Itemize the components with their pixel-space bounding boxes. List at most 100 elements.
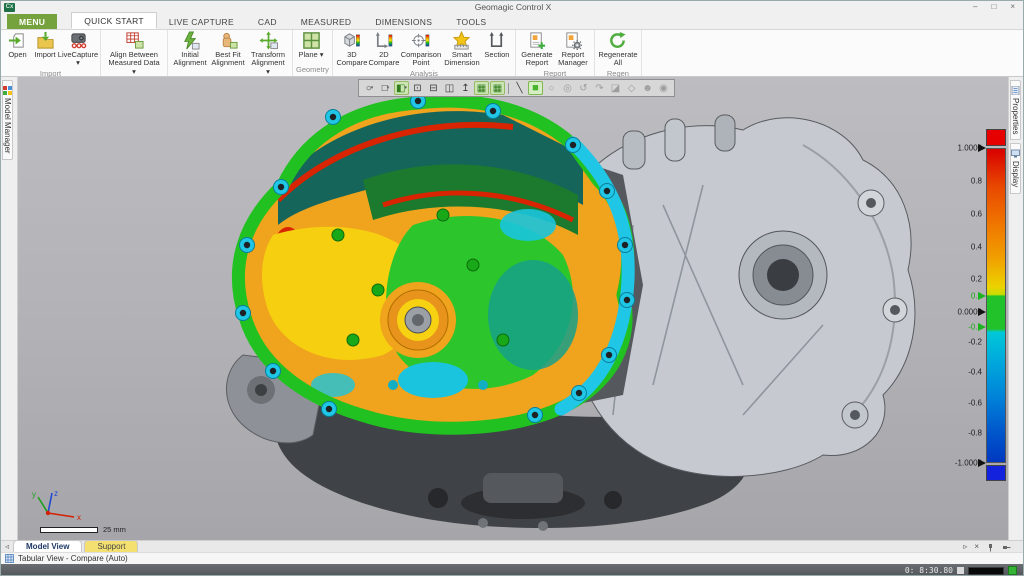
scale-bar-label: 25 mm	[103, 525, 126, 534]
colorbar-marker-upper-tolerance[interactable]	[978, 292, 986, 300]
left-panel-rail: Model Manager	[1, 77, 18, 540]
import-icon	[36, 31, 55, 50]
align-between-measured-data-button[interactable]: Align Between Measured Data ▾	[104, 30, 164, 76]
level-indicator-icon	[957, 567, 964, 574]
2d-compare-button[interactable]: 2D Compare	[368, 30, 400, 68]
generate-report-icon	[527, 31, 546, 50]
display-icon	[1011, 149, 1020, 158]
ribbon-tab-row: MENU QUICK STARTLIVE CAPTURECADMEASUREDDI…	[1, 13, 1024, 30]
initial-alignment-button[interactable]: Initial Alignment	[171, 30, 209, 68]
colorbar-max-cap	[986, 129, 1006, 146]
dual-pane-icon[interactable]: ◫	[442, 81, 457, 95]
ribbon-group-geometry: Plane ▾ Geometry	[293, 30, 333, 76]
colorbar-marker-max[interactable]	[978, 144, 986, 152]
3d-compare-button[interactable]: 3D Compare	[336, 30, 368, 68]
open-icon	[8, 31, 27, 50]
open-button[interactable]: Open	[4, 30, 31, 59]
expand-panel-icon[interactable]: ▹	[963, 542, 967, 552]
model-manager-icon	[3, 86, 12, 95]
close-panel-icon[interactable]: ×	[974, 542, 979, 552]
colorbar-marker-min[interactable]	[978, 459, 986, 467]
viewport-toolbar: ○□◧⊡⊟◫↥▦▦╲■○◎↺↷◪◇☻◉	[358, 79, 675, 97]
paint-select-icon[interactable]: ◪	[608, 81, 623, 95]
split-view-icon[interactable]: ⊡	[410, 81, 425, 95]
ribbon-group-analysis: 3D Compare 2D Compare Comparison Point S…	[333, 30, 516, 76]
probe-tool-icon[interactable]: ↥	[458, 81, 473, 95]
pin-icon[interactable]	[986, 543, 995, 552]
tab-cad[interactable]: CAD	[246, 14, 289, 29]
scroll-tabs-left-icon[interactable]: ◃	[5, 542, 9, 551]
report-manager-icon	[563, 31, 582, 50]
comparison-point-button[interactable]: Comparison Point	[400, 30, 442, 68]
flick-select-icon[interactable]: ↷	[592, 81, 607, 95]
ribbon: Open Import LiveCapture ▾ Import Align B…	[1, 30, 1024, 77]
geomagic-control-x-window: Cx Geomagic Control X – □ × MENUQUICK ST…	[0, 0, 1024, 576]
comparison-point-icon	[411, 31, 430, 50]
visibility-filter-icon[interactable]: ◉	[656, 81, 671, 95]
ribbon-group-edit-scan: Align Between Measured Data ▾ Edit Scan	[101, 30, 168, 76]
engine-casing-model[interactable]	[183, 85, 918, 533]
import-button[interactable]: Import	[31, 30, 59, 59]
display-tab[interactable]: Display	[1010, 143, 1021, 193]
group-label-geometry: Geometry	[296, 64, 329, 76]
plane-button[interactable]: Plane ▾	[296, 30, 326, 59]
minimize-button[interactable]: –	[973, 1, 977, 13]
tabular-view-icon[interactable]: ▦	[474, 81, 489, 95]
colorbar-marker-zero[interactable]	[978, 308, 986, 316]
tab-quick-start[interactable]: QUICK START	[71, 12, 157, 29]
render-mode-icon[interactable]: ○	[362, 81, 377, 95]
regenerate-all-button[interactable]: Regenerate All	[598, 30, 638, 68]
regenerate-all-icon	[608, 31, 627, 50]
compare-table-icon[interactable]: ▦	[490, 81, 505, 95]
initial-alignment-icon	[181, 31, 200, 50]
3d-compare-icon	[342, 31, 361, 50]
polygon-select-icon[interactable]: ◇	[624, 81, 639, 95]
3d-viewport[interactable]: ○□◧⊡⊟◫↥▦▦╲■○◎↺↷◪◇☻◉ 1.00000.80.60.40.20.…	[18, 77, 1008, 540]
status-row: Tabular View - Compare (Auto)	[1, 552, 1024, 564]
2d-compare-icon	[374, 31, 393, 50]
toolbar-separator	[508, 83, 509, 94]
ribbon-group-alignment: Initial Alignment Best Fit Alignment Tra…	[168, 30, 293, 76]
tab-live-capture[interactable]: LIVE CAPTURE	[157, 14, 246, 29]
circle-select-icon[interactable]: ○	[544, 81, 559, 95]
model-manager-tab[interactable]: Model Manager	[2, 80, 13, 160]
smart-select-icon[interactable]: ☻	[640, 81, 655, 95]
properties-icon	[1011, 86, 1020, 95]
support-tab[interactable]: Support	[84, 540, 138, 552]
tab-tools[interactable]: TOOLS	[444, 14, 498, 29]
rectangle-select-icon[interactable]: ■	[528, 81, 543, 95]
livecapture-button[interactable]: LiveCapture ▾	[59, 30, 97, 68]
smart-dimension-button[interactable]: Smart Dimension	[442, 30, 482, 68]
restore-button[interactable]: □	[991, 1, 996, 13]
recording-timer: 0: 8:30.80	[905, 566, 953, 575]
view-cube-icon[interactable]: □	[378, 81, 393, 95]
ellipse-select-icon[interactable]: ◎	[560, 81, 575, 95]
generate-report-button[interactable]: Generate Report	[519, 30, 555, 68]
transform-alignment-button[interactable]: Transform Alignment ▾	[247, 30, 289, 76]
view-orientation-icon[interactable]: ◧	[394, 81, 409, 95]
line-select-icon[interactable]: ╲	[512, 81, 527, 95]
scale-bar: 25 mm	[40, 525, 126, 534]
record-button[interactable]	[1008, 566, 1017, 575]
tabular-view-item[interactable]: Tabular View - Compare (Auto)	[18, 554, 128, 563]
auto-hide-pin-icon[interactable]	[1002, 543, 1011, 552]
report-manager-button[interactable]: Report Manager	[555, 30, 591, 68]
properties-tab[interactable]: Properties	[1010, 80, 1021, 140]
audio-meter	[968, 567, 1004, 575]
tab-menu[interactable]: MENU	[7, 14, 57, 29]
close-button[interactable]: ×	[1010, 1, 1015, 13]
freeform-select-icon[interactable]: ↺	[576, 81, 591, 95]
axis-z-label: z	[54, 489, 58, 498]
tab-measured[interactable]: MEASURED	[289, 14, 364, 29]
ribbon-group-import: Open Import LiveCapture ▾ Import	[1, 30, 101, 76]
model-view-tab[interactable]: Model View	[13, 540, 82, 552]
coordinate-triad: x y z	[30, 489, 90, 523]
layout-view-icon[interactable]: ⊟	[426, 81, 441, 95]
axis-y-label: y	[32, 490, 36, 499]
view-tab-row: ◃ Model View Support ▹ ×	[1, 540, 1024, 552]
section-button[interactable]: Section	[482, 30, 512, 59]
tab-dimensions[interactable]: DIMENSIONS	[363, 14, 444, 29]
tabular-view-icon	[5, 554, 14, 563]
colorbar-marker-lower-tolerance[interactable]	[978, 323, 986, 331]
best-fit-alignment-button[interactable]: Best Fit Alignment	[209, 30, 247, 68]
